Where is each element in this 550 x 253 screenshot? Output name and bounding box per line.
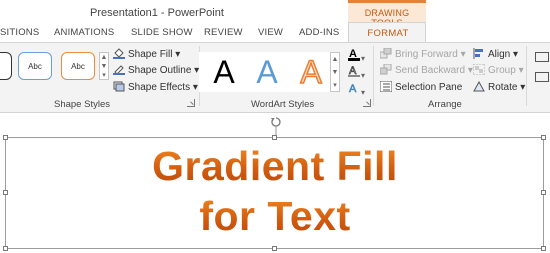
- send-backward-label: Send Backward: [395, 65, 466, 76]
- wordart-preset-orange[interactable]: A: [286, 52, 336, 92]
- shape-style-preset-blue-label: Abc: [28, 62, 42, 71]
- rotation-handle-icon[interactable]: [270, 117, 282, 137]
- drawing-tools-context-header: DRAWING TOOLS: [348, 0, 426, 28]
- wordart-styles-group-label: WordArt Styles: [251, 99, 315, 110]
- font-color-icon: A: [348, 48, 360, 61]
- wordart-preset-blue[interactable]: A: [242, 52, 292, 92]
- tab-view[interactable]: VIEW: [258, 27, 283, 38]
- resize-handle-bottom-right[interactable]: [541, 246, 546, 251]
- slide-text-line-1[interactable]: Gradient Fill: [0, 144, 550, 188]
- resize-handle-top-right[interactable]: [541, 135, 546, 140]
- title-bar: [0, 0, 550, 24]
- size-width-icon[interactable]: [535, 72, 549, 82]
- shape-style-preset-orange-label: Abc: [71, 62, 85, 71]
- group-button[interactable]: Group ▾: [473, 64, 524, 76]
- send-backward-icon: [380, 64, 392, 75]
- shape-outline-button[interactable]: Shape Outline ▾: [113, 64, 199, 76]
- tab-format-label: FORMAT: [367, 28, 409, 39]
- tab-add-ins[interactable]: ADD-INS: [299, 27, 339, 38]
- tab-review[interactable]: REVIEW: [204, 27, 243, 38]
- tab-transitions[interactable]: SITIONS: [0, 27, 39, 38]
- text-effects-button[interactable]: A ▾: [347, 81, 365, 98]
- dialog-launcher-icon[interactable]: [187, 99, 195, 107]
- shape-styles-group-label: Shape Styles: [54, 99, 110, 110]
- slide-text-line-2[interactable]: for Text: [0, 194, 550, 238]
- align-icon: [473, 48, 483, 59]
- size-height-icon[interactable]: [535, 52, 549, 62]
- send-backward-button[interactable]: Send Backward ▾: [380, 64, 473, 76]
- shape-style-preset-dark[interactable]: [0, 52, 12, 80]
- shape-fill-label: Shape Fill: [128, 49, 173, 60]
- shape-fill-button[interactable]: Shape Fill ▾: [113, 48, 180, 60]
- shape-effects-icon: [113, 81, 125, 92]
- pen-outline-icon: [113, 65, 125, 75]
- tab-slide-show[interactable]: SLIDE SHOW: [131, 27, 193, 38]
- window-title: Presentation1 - PowerPoint: [90, 7, 224, 19]
- wordart-gallery-scroll[interactable]: ▲ ▼ ▾: [330, 52, 340, 92]
- selection-pane-label: Selection Pane: [395, 82, 463, 93]
- align-button[interactable]: Align ▾: [473, 48, 518, 60]
- shape-style-preset-blue[interactable]: Abc: [18, 52, 52, 80]
- dialog-launcher-icon[interactable]: [363, 99, 371, 107]
- resize-handle-bottom[interactable]: [272, 246, 277, 251]
- text-effects-icon: A: [349, 83, 358, 96]
- align-label: Align: [488, 49, 511, 60]
- svg-text:A: A: [349, 83, 357, 95]
- tab-animations[interactable]: ANIMATIONS: [54, 27, 114, 38]
- selection-pane-icon: [380, 81, 392, 92]
- group-separator: [526, 46, 527, 106]
- shape-styles-gallery-scroll[interactable]: ▲ ▼ ▾: [99, 52, 109, 80]
- text-fill-button[interactable]: A ▾: [347, 47, 365, 64]
- shape-outline-label: Shape Outline: [128, 65, 192, 76]
- resize-handle-top[interactable]: [272, 135, 277, 140]
- shape-effects-label: Shape Effects: [128, 82, 191, 93]
- wordart-preset-blue-letter: A: [256, 54, 278, 90]
- rotate-label: Rotate: [488, 82, 518, 93]
- text-outline-icon: A: [348, 65, 360, 77]
- group-icon: [473, 64, 485, 75]
- resize-handle-top-left[interactable]: [3, 135, 8, 140]
- shape-style-preset-orange[interactable]: Abc: [61, 52, 95, 80]
- resize-handle-bottom-left[interactable]: [3, 246, 8, 251]
- text-outline-button[interactable]: A ▾: [347, 64, 365, 81]
- bring-forward-label: Bring Forward: [395, 49, 458, 60]
- group-separator: [373, 46, 374, 106]
- shape-effects-button[interactable]: Shape Effects ▾: [113, 81, 198, 93]
- arrange-group-label: Arrange: [428, 99, 462, 110]
- wordart-preset-orange-letter: A: [300, 53, 323, 91]
- bring-forward-icon: [380, 48, 392, 59]
- rotate-button[interactable]: Rotate ▾: [473, 81, 525, 93]
- paint-bucket-icon: [113, 48, 125, 59]
- group-label: Group: [488, 65, 516, 76]
- tab-format[interactable]: FORMAT: [348, 22, 426, 43]
- bring-forward-button[interactable]: Bring Forward ▾: [380, 48, 466, 60]
- selection-pane-button[interactable]: Selection Pane: [380, 81, 462, 93]
- rotate-icon: [473, 81, 485, 92]
